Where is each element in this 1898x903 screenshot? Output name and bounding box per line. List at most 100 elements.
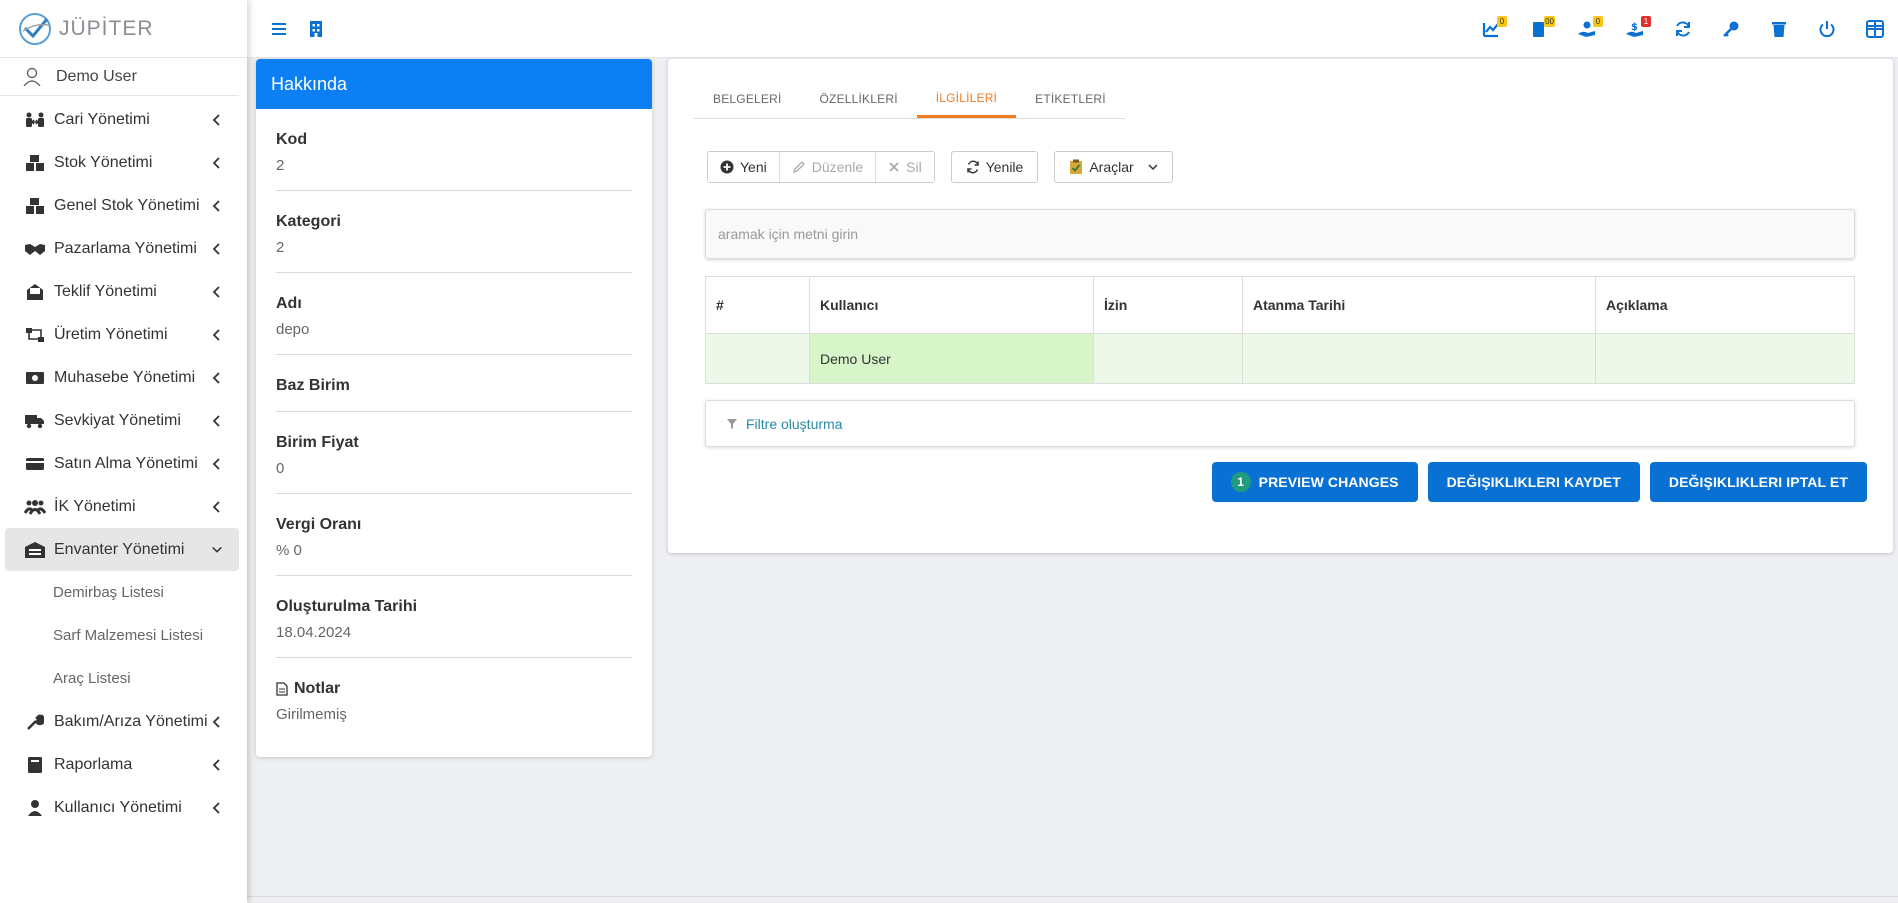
sidebar-item-satin-alma[interactable]: Satın Alma Yönetimi	[0, 442, 247, 485]
field-label: Kod	[276, 131, 308, 148]
filter-builder-button[interactable]: Filtre oluşturma	[705, 400, 1855, 447]
sidebar-item-cari[interactable]: Cari Yönetimi	[0, 98, 247, 141]
money-bill-icon	[24, 368, 46, 388]
user-profile[interactable]: Demo User	[0, 58, 239, 96]
table-cell[interactable]: Demo User	[809, 333, 1094, 384]
table-cell[interactable]	[1242, 333, 1596, 384]
tab-belgeleri[interactable]: BELGELERİ	[694, 80, 801, 118]
sidebar-item-raporlama[interactable]: Raporlama	[0, 743, 247, 786]
about-panel: Hakkında Kod 2 Kategori 2 Adı depo Baz B…	[256, 59, 652, 757]
boxes-icon	[24, 153, 46, 173]
hamburger-menu-icon[interactable]	[271, 22, 287, 36]
warehouse-icon	[24, 540, 46, 560]
search-input[interactable]: aramak için metni girin	[705, 209, 1855, 259]
field-label: Adı	[276, 295, 302, 312]
close-icon	[889, 162, 899, 172]
handshake-icon	[24, 239, 46, 259]
about-panel-title: Hakkında	[256, 59, 652, 109]
refresh-button[interactable]: Yenile	[950, 151, 1039, 183]
key-icon[interactable]	[1718, 16, 1744, 42]
sidebar-item-label: Stok Yönetimi	[54, 153, 153, 171]
field-value: 2	[276, 157, 285, 174]
sidebar-item-envanter[interactable]: Envanter Yönetimi	[5, 528, 239, 571]
column-header-atanma-tarihi[interactable]: Atanma Tarihi	[1242, 276, 1596, 334]
preview-changes-button[interactable]: 1 PREVIEW CHANGES	[1211, 462, 1418, 502]
sidebar-item-label: Genel Stok Yönetimi	[54, 196, 200, 214]
app-logo[interactable]: JÜPİTER	[0, 0, 247, 58]
field-label: Vergi Oranı	[276, 516, 362, 533]
people-arrows-icon	[24, 110, 46, 130]
sidebar-item-bakim[interactable]: Bakım/Arıza Yönetimi	[0, 700, 247, 743]
refresh-icon	[966, 160, 979, 174]
svg-text:$: $	[1631, 22, 1638, 33]
sidebar-item-muhasebe[interactable]: Muhasebe Yönetimi	[0, 356, 247, 399]
column-header-izin[interactable]: İzin	[1093, 276, 1243, 334]
tools-dropdown[interactable]: Araçlar	[1054, 151, 1173, 183]
document-notification-icon[interactable]: 00	[1526, 16, 1555, 42]
table-cell[interactable]	[705, 333, 810, 384]
delete-button-label: Sil	[906, 159, 922, 175]
table-row[interactable]: Demo User	[705, 333, 1855, 384]
sidebar-item-pazarlama[interactable]: Pazarlama Yönetimi	[0, 227, 247, 270]
tab-ilgilileri[interactable]: İLGİLİLERİ	[916, 80, 1017, 118]
sidebar-item-sevkiyat[interactable]: Sevkiyat Yönetimi	[0, 399, 247, 442]
chevron-left-icon	[212, 156, 220, 169]
user-hand-notification-icon[interactable]: 0	[1574, 16, 1603, 42]
tab-etiketleri[interactable]: ETİKETLERİ	[1016, 80, 1125, 118]
save-changes-button[interactable]: DEĞIŞIKLIKLERI KAYDET	[1427, 462, 1640, 502]
trash-icon[interactable]	[1766, 16, 1792, 42]
table-cell[interactable]	[1093, 333, 1243, 384]
tools-dropdown-label: Araçlar	[1089, 159, 1134, 175]
field-value: Girilmemiş	[276, 706, 347, 723]
field-label: Notlar	[294, 680, 341, 697]
sidebar-subitem-sarf[interactable]: Sarf Malzemesi Listesi	[0, 614, 247, 657]
chart-notification-icon[interactable]: 0	[1478, 16, 1507, 42]
field-value: % 0	[276, 542, 302, 559]
user-icon	[23, 67, 41, 86]
chevron-left-icon	[212, 414, 220, 427]
sidebar-subitem-arac[interactable]: Araç Listesi	[0, 657, 247, 700]
sidebar-menu: Cari Yönetimi Stok Yönetimi Genel Stok Y…	[0, 98, 247, 829]
sidebar-item-ik[interactable]: İK Yönetimi	[0, 485, 247, 528]
sidebar-item-label: İK Yönetimi	[54, 497, 136, 515]
chevron-down-icon	[212, 546, 222, 553]
column-header-index[interactable]: #	[705, 276, 810, 334]
related-panel: BELGELERİ ÖZELLİKLERİ İLGİLİLERİ ETİKETL…	[668, 59, 1893, 553]
sidebar-item-teklif[interactable]: Teklif Yönetimi	[0, 270, 247, 313]
jupiter-logo-icon	[19, 12, 51, 45]
field-label-row: Notlar	[276, 680, 632, 698]
field-kategori: Kategori 2	[276, 191, 632, 273]
envelope-open-icon	[24, 282, 46, 302]
sidebar-item-uretim[interactable]: Üretim Yönetimi	[0, 313, 247, 356]
chevron-left-icon	[212, 500, 220, 513]
field-value: 0	[276, 460, 285, 477]
chevron-left-icon	[212, 199, 220, 212]
tab-bar: BELGELERİ ÖZELLİKLERİ İLGİLİLERİ ETİKETL…	[694, 80, 1125, 119]
building-icon[interactable]	[309, 20, 323, 38]
chevron-left-icon	[212, 113, 220, 126]
sidebar-item-kullanici[interactable]: Kullanıcı Yönetimi	[0, 786, 247, 829]
notification-badge: 0	[1497, 16, 1507, 27]
tab-ozellikleri[interactable]: ÖZELLİKLERİ	[801, 80, 917, 118]
plus-circle-icon	[720, 160, 734, 174]
field-notlar: Notlar Girilmemiş	[276, 658, 632, 739]
refresh-button-label: Yenile	[985, 159, 1024, 175]
refresh-icon[interactable]	[1670, 16, 1696, 42]
field-value: 2	[276, 239, 285, 256]
chevron-left-icon	[212, 242, 220, 255]
sidebar-item-stok[interactable]: Stok Yönetimi	[0, 141, 247, 184]
table-cell[interactable]	[1595, 333, 1855, 384]
sidebar-subitem-demirbas[interactable]: Demirbaş Listesi	[0, 571, 247, 614]
money-hand-notification-icon[interactable]: $ 1	[1622, 16, 1651, 42]
power-icon[interactable]	[1814, 16, 1840, 42]
cancel-changes-button[interactable]: DEĞIŞIKLIKLERI IPTAL ET	[1649, 462, 1867, 502]
column-header-aciklama[interactable]: Açıklama	[1595, 276, 1855, 334]
new-button[interactable]: Yeni	[708, 152, 780, 182]
column-header-kullanici[interactable]: Kullanıcı	[809, 276, 1094, 334]
sidebar-item-genel-stok[interactable]: Genel Stok Yönetimi	[0, 184, 247, 227]
delete-button[interactable]: Sil	[876, 152, 934, 182]
field-label: Oluşturulma Tarihi	[276, 598, 418, 615]
edit-button-label: Düzenle	[811, 159, 864, 175]
edit-button[interactable]: Düzenle	[779, 152, 877, 182]
grid-icon[interactable]	[1862, 16, 1888, 42]
